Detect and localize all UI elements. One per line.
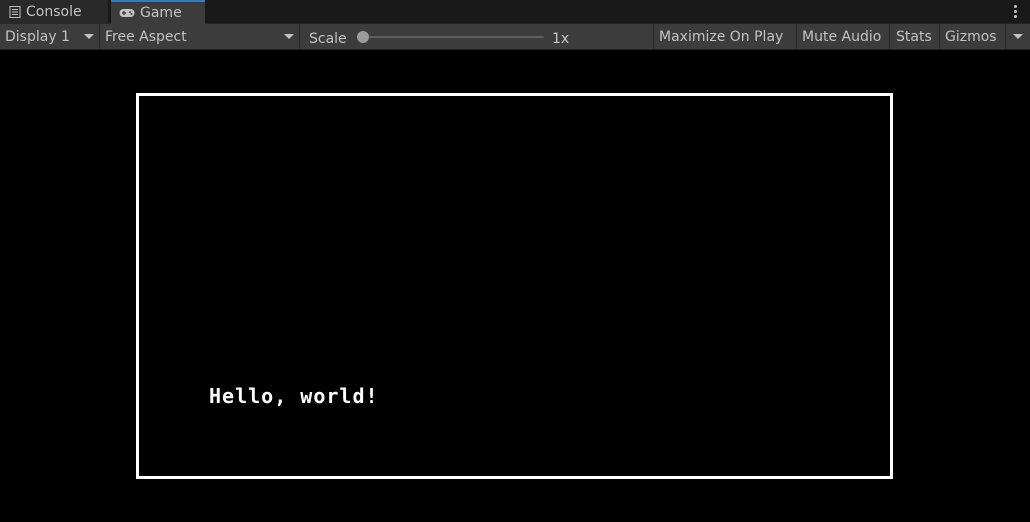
chevron-down-icon xyxy=(1013,34,1023,39)
mute-audio-button[interactable]: Mute Audio xyxy=(802,24,881,49)
gizmos-button[interactable]: Gizmos xyxy=(945,24,997,49)
aspect-dropdown-label: Free Aspect xyxy=(105,28,187,45)
console-list-icon xyxy=(9,6,21,18)
more-options-icon[interactable] xyxy=(1014,5,1018,19)
game-hello-text: Hello, world! xyxy=(209,384,379,408)
tab-console-label: Console xyxy=(26,4,82,20)
tab-console[interactable]: Console xyxy=(0,0,108,24)
tab-game-label: Game xyxy=(140,5,182,21)
display-dropdown[interactable]: Display 1 xyxy=(5,24,99,49)
maximize-on-play-button[interactable]: Maximize On Play xyxy=(659,24,783,49)
tab-bar: Console Game xyxy=(0,0,1030,24)
unity-game-window: Console Game Display 1 Free Aspect Scale… xyxy=(0,0,1030,522)
aspect-dropdown[interactable]: Free Aspect xyxy=(105,24,299,49)
game-frame: Hello, world! xyxy=(136,93,893,479)
scale-label: Scale xyxy=(309,30,347,47)
tab-game[interactable]: Game xyxy=(111,0,205,24)
scale-slider-track[interactable] xyxy=(362,36,544,38)
chevron-down-icon xyxy=(84,34,94,39)
gizmos-dropdown[interactable] xyxy=(1006,24,1030,49)
gamepad-icon xyxy=(119,8,135,18)
display-dropdown-label: Display 1 xyxy=(5,28,70,45)
chevron-down-icon xyxy=(284,34,294,39)
scale-value: 1x xyxy=(552,30,570,47)
stats-button[interactable]: Stats xyxy=(896,24,932,49)
game-viewport[interactable]: Hello, world! xyxy=(0,50,1030,522)
scale-slider-handle[interactable] xyxy=(357,31,369,43)
